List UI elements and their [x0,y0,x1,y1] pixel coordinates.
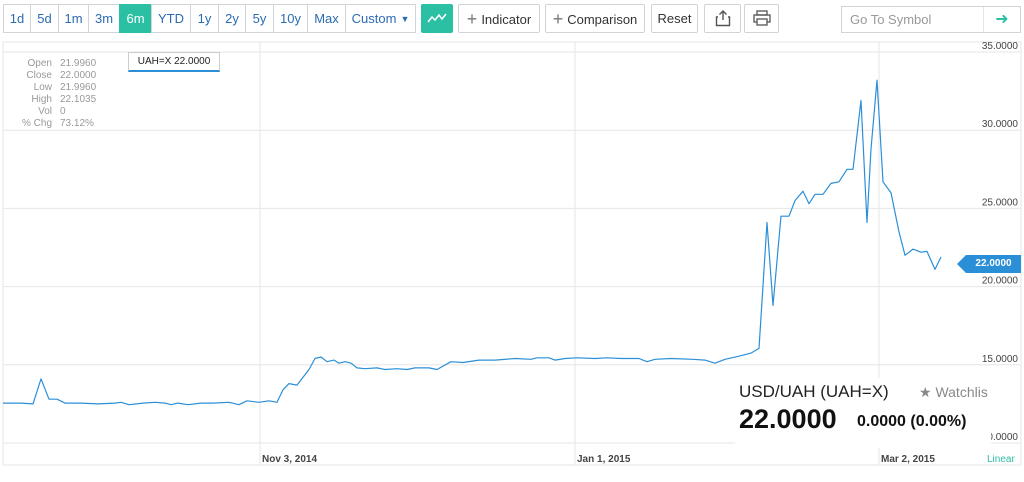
x-axis-labels: Nov 3, 2014 Jan 1, 2015 Mar 2, 2015 [262,454,935,465]
symbol-search-input[interactable] [842,7,990,32]
quote-change: 0.0000 (0.00%) [857,413,966,431]
ohlc-row: Vol 0 [14,106,96,118]
current-price-tag: 22.0000 [957,255,1021,273]
quote-price: 22.0000 [739,404,837,434]
ohlc-value: 22.0000 [60,70,97,81]
range-10y-button[interactable]: 10y [273,4,308,33]
ohlc-label: Open [27,58,52,69]
y-tick-label: 25.0000 [982,197,1019,208]
go-arrow-button[interactable]: ➜ [983,7,1020,32]
y-tick-label: 35.0000 [982,41,1019,52]
range-5d-button[interactable]: 5d [30,4,59,33]
range-5y-button[interactable]: 5y [245,4,274,33]
line-chart-icon [427,13,447,23]
comparison-label: Comparison [567,12,638,27]
star-icon: ★ [919,384,932,400]
range-1m-button[interactable]: 1m [58,4,89,33]
price-series [3,79,942,406]
ohlc-row: High 22.1035 [14,94,96,106]
print-icon [752,10,771,26]
share-button[interactable] [704,4,741,33]
custom-range-dropdown[interactable]: Custom ▼ [345,4,416,33]
quote-change-value: 0.0000 [857,413,906,430]
comparison-button[interactable]: + Comparison [545,4,645,33]
range-max-button[interactable]: Max [307,4,346,33]
ohlc-value: 22.1035 [60,94,97,105]
x-tick-label: Jan 1, 2015 [577,454,631,465]
custom-range-label: Custom [351,11,397,26]
ohlc-label: High [31,94,52,105]
ohlc-row: Low 21.9960 [14,82,97,94]
quote-change-percent: (0.00%) [910,413,967,430]
arrow-right-icon: ➜ [995,11,1009,28]
indicator-button[interactable]: + Indicator [458,4,540,33]
ohlc-row: Open 21.9960 [14,58,97,70]
ohlc-value: 0 [60,106,66,117]
scale-toggle[interactable]: Linear [987,454,1015,465]
chevron-down-icon: ▼ [400,14,410,24]
ohlc-label: Vol [38,106,52,117]
ohlc-value: 21.9960 [60,82,97,93]
x-tick-label: Mar 2, 2015 [881,454,935,465]
ohlc-panel: Open 21.9960 Close 22.0000 Low 21.9960 High… [14,58,96,130]
range-3m-button[interactable]: 3m [88,4,120,33]
range-1y-button[interactable]: 1y [190,4,219,33]
plus-icon: + [466,9,478,29]
series-tooltip: UAH=X 22.0000 [128,52,220,72]
y-tick-label: 20.0000 [982,276,1019,287]
ohlc-value: 73.12% [60,118,94,129]
quote-symbol: USD/UAH (UAH=X) [739,382,889,401]
current-price-value: 22.0000 [966,255,1021,273]
x-tick-label: Nov 3, 2014 [262,454,317,465]
ohlc-row: % Chg 73.12% [14,118,96,130]
range-ytd-button[interactable]: YTD [151,4,191,33]
ohlc-label: % Chg [21,118,52,129]
chart-toolbar: 1d 5d 1m 3m 6m YTD 1y 2y 5y 10y Max Cust… [0,0,1024,40]
watchlist-label: Watchlis [935,384,988,400]
range-2y-button[interactable]: 2y [218,4,246,33]
watchlist-button[interactable]: ★ Watchlis [919,384,988,401]
ohlc-value: 21.9960 [60,58,97,69]
range-1d-button[interactable]: 1d [3,4,31,33]
indicator-label: Indicator [481,12,532,27]
share-icon [715,10,730,27]
chart-type-button[interactable] [421,4,453,33]
plus-icon: + [552,9,564,29]
quote-summary: USD/UAH (UAH=X) ★ Watchlis 22.0000 0.000… [735,378,991,448]
ohlc-label: Low [33,82,52,93]
price-line [3,79,942,406]
ohlc-label: Close [26,70,52,81]
y-tick-label: 15.0000 [982,354,1019,365]
reset-button[interactable]: Reset [651,4,698,33]
print-button[interactable] [744,4,779,33]
y-tick-label: 30.0000 [982,119,1019,130]
price-tag-arrow [957,255,966,273]
range-6m-button[interactable]: 6m [119,4,152,33]
ohlc-row: Close 22.0000 [14,70,96,82]
go-to-symbol-field: ➜ [841,6,1021,33]
